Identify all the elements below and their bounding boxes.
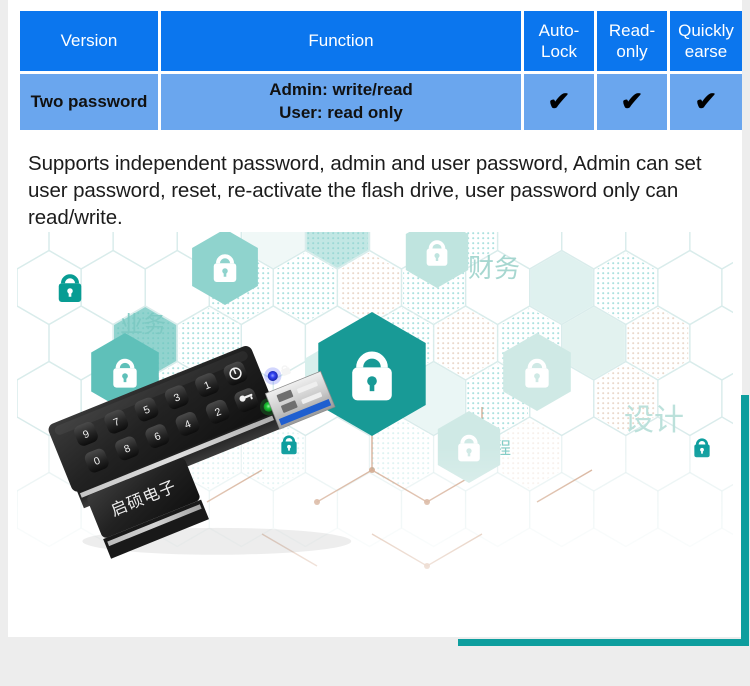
hex-label-finance: 财务 <box>468 253 520 283</box>
cell-read-only: ✔ <box>597 74 667 130</box>
column-header-version: Version <box>20 11 158 71</box>
spec-table-wrapper: Version Function Auto-Lock Read-only Qui… <box>17 8 742 133</box>
accent-bar-horizontal <box>458 639 749 646</box>
table-row: Two password Admin: write/read User: rea… <box>20 74 742 130</box>
accent-bar-vertical <box>741 395 749 645</box>
table-header-row: Version Function Auto-Lock Read-only Qui… <box>20 11 742 71</box>
hex-label-design: 设计 <box>624 404 684 437</box>
column-header-function: Function <box>161 11 521 71</box>
usb-flash-drive: 9 7 5 3 1 0 8 6 4 2 启硕电子 <box>48 346 352 559</box>
cell-version: Two password <box>20 74 158 130</box>
description-paragraph: Supports independent password, admin and… <box>28 152 702 230</box>
function-line-admin: Admin: write/read <box>269 80 413 100</box>
content-card: Version Function Auto-Lock Read-only Qui… <box>8 0 742 637</box>
column-header-auto-lock: Auto-Lock <box>524 11 594 71</box>
column-header-quickly-earse: Quickly earse <box>670 11 742 71</box>
check-icon: ✔ <box>694 85 718 116</box>
cell-auto-lock: ✔ <box>524 74 594 130</box>
function-line-user: User: read only <box>279 103 403 122</box>
product-illustration: 业务 财务 工程 设计 <box>17 232 733 632</box>
cell-function: Admin: write/read User: read only <box>161 74 521 130</box>
page-background: Version Function Auto-Lock Read-only Qui… <box>0 0 750 686</box>
check-icon: ✔ <box>620 85 644 116</box>
column-header-read-only: Read-only <box>597 11 667 71</box>
spec-table: Version Function Auto-Lock Read-only Qui… <box>17 8 745 133</box>
cell-quickly-earse: ✔ <box>670 74 742 130</box>
check-icon: ✔ <box>547 85 571 116</box>
